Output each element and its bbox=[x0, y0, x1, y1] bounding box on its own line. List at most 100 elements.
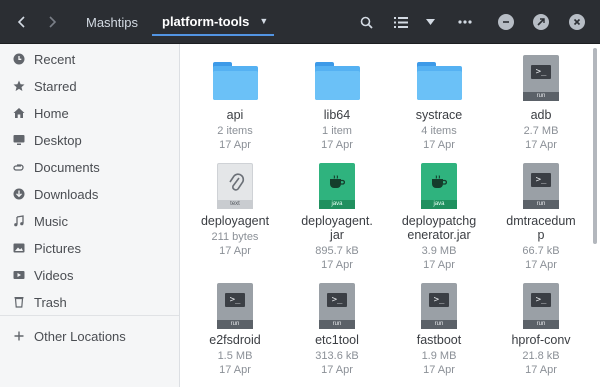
file-item[interactable]: >_ run etc1tool 313.6 kB 17 Apr bbox=[287, 276, 387, 386]
executable-icon: >_ run bbox=[491, 48, 591, 106]
music-icon bbox=[12, 214, 26, 228]
sidebar-item-downloads[interactable]: Downloads bbox=[0, 181, 179, 207]
caret-down-icon bbox=[425, 19, 435, 25]
maximize-icon bbox=[537, 18, 545, 26]
menu-button[interactable] bbox=[450, 8, 480, 36]
sidebar-item-label: Home bbox=[34, 105, 69, 121]
file-date: 17 Apr bbox=[219, 139, 251, 151]
file-meta: 3.9 MB bbox=[421, 245, 457, 257]
sidebar-item-music[interactable]: Music bbox=[0, 208, 179, 234]
java-file-icon: java bbox=[287, 156, 387, 214]
minimize-icon bbox=[503, 21, 509, 23]
file-item[interactable]: lib64 1 item 17 Apr bbox=[287, 48, 387, 153]
file-date: 17 Apr bbox=[423, 139, 455, 151]
file-name: deploypatchg enerator.jar bbox=[401, 214, 477, 242]
search-button[interactable] bbox=[352, 8, 380, 36]
file-meta: 2 items bbox=[217, 125, 253, 137]
file-item[interactable]: >_ run adb 2.7 MB 17 Apr bbox=[491, 48, 591, 153]
sidebar-item-starred[interactable]: Starred bbox=[0, 73, 179, 99]
sidebar-item-recent[interactable]: Recent bbox=[0, 46, 179, 72]
header-bar: Mashtips platform-tools ▼ bbox=[0, 0, 600, 44]
file-name: dmtracedum p bbox=[506, 214, 576, 242]
file-badge: run bbox=[523, 200, 559, 209]
folder-icon bbox=[185, 48, 285, 106]
sidebar-item-label: Videos bbox=[34, 267, 74, 283]
file-name: systrace bbox=[415, 108, 463, 122]
star-icon bbox=[12, 79, 26, 93]
file-name: adb bbox=[530, 108, 552, 122]
file-name: lib64 bbox=[323, 108, 351, 122]
executable-icon: >_ run bbox=[389, 276, 489, 334]
sidebar-item-pictures[interactable]: Pictures bbox=[0, 235, 179, 261]
file-name: deployagent. jar bbox=[301, 214, 373, 242]
view-toggle-button[interactable] bbox=[386, 8, 416, 36]
sidebar-item-label: Other Locations bbox=[34, 328, 126, 344]
text-file-icon: text bbox=[185, 156, 285, 214]
executable-icon: >_ run bbox=[491, 156, 591, 214]
search-icon bbox=[360, 16, 373, 29]
file-meta: 211 bytes bbox=[211, 231, 259, 243]
close-button[interactable] bbox=[569, 14, 585, 30]
minimize-button[interactable] bbox=[498, 14, 514, 30]
file-badge: run bbox=[523, 92, 559, 101]
file-item[interactable]: >_ run fastboot 1.9 MB 17 Apr bbox=[389, 276, 489, 386]
file-date: 17 Apr bbox=[525, 139, 557, 151]
sidebar-item-trash[interactable]: Trash bbox=[0, 289, 179, 315]
coffee-cup-icon bbox=[432, 175, 447, 188]
file-date: 17 Apr bbox=[423, 364, 455, 376]
scrollbar[interactable] bbox=[593, 48, 597, 244]
file-item[interactable]: java deployagent. jar 895.7 kB 17 Apr bbox=[287, 156, 387, 276]
coffee-cup-icon bbox=[330, 175, 345, 188]
file-item[interactable]: >_ run dmtracedum p 66.7 kB 17 Apr bbox=[491, 156, 591, 276]
file-date: 17 Apr bbox=[219, 245, 251, 257]
download-icon bbox=[12, 187, 26, 201]
file-meta: 66.7 kB bbox=[522, 245, 560, 257]
file-item[interactable]: java deploypatchg enerator.jar 3.9 MB 17… bbox=[389, 156, 489, 276]
file-item[interactable]: api 2 items 17 Apr bbox=[185, 48, 285, 153]
file-meta: 895.7 kB bbox=[315, 245, 359, 257]
file-date: 17 Apr bbox=[321, 139, 353, 151]
sidebar-item-other-locations[interactable]: Other Locations bbox=[0, 323, 179, 349]
breadcrumb-home[interactable]: Mashtips bbox=[78, 8, 146, 36]
back-button[interactable] bbox=[8, 8, 36, 36]
sidebar-divider bbox=[0, 315, 179, 316]
caret-down-icon: ▼ bbox=[259, 16, 269, 26]
file-meta: 1.9 MB bbox=[421, 350, 457, 362]
file-meta: 313.6 kB bbox=[315, 350, 359, 362]
plus-icon bbox=[12, 329, 26, 343]
file-item[interactable]: systrace 4 items 17 Apr bbox=[389, 48, 489, 153]
file-badge: run bbox=[319, 320, 355, 329]
file-date: 17 Apr bbox=[321, 364, 353, 376]
forward-button[interactable] bbox=[38, 8, 66, 36]
file-name: hprof-conv bbox=[511, 333, 571, 347]
chevron-right-icon bbox=[49, 16, 57, 28]
clock-icon bbox=[12, 52, 26, 66]
sidebar-item-home[interactable]: Home bbox=[0, 100, 179, 126]
file-item[interactable]: >_ run hprof-conv 21.8 kB 17 Apr bbox=[491, 276, 591, 386]
sidebar-item-documents[interactable]: Documents bbox=[0, 154, 179, 180]
sidebar-item-videos[interactable]: Videos bbox=[0, 262, 179, 288]
file-item[interactable]: >_ run e2fsdroid 1.5 MB 17 Apr bbox=[185, 276, 285, 386]
sidebar: Recent Starred Home Desktop Documents Do… bbox=[0, 44, 180, 387]
sidebar-item-label: Downloads bbox=[34, 186, 99, 202]
file-name: fastboot bbox=[416, 333, 462, 347]
file-meta: 1 item bbox=[322, 125, 352, 137]
file-badge: java bbox=[421, 200, 457, 209]
chevron-left-icon bbox=[17, 16, 25, 28]
trash-icon bbox=[12, 295, 26, 309]
file-meta: 1.5 MB bbox=[217, 350, 253, 362]
folder-icon bbox=[389, 48, 489, 106]
sidebar-item-label: Starred bbox=[34, 78, 77, 94]
file-badge: run bbox=[217, 320, 253, 329]
executable-icon: >_ run bbox=[185, 276, 285, 334]
executable-icon: >_ run bbox=[491, 276, 591, 334]
file-date: 17 Apr bbox=[219, 364, 251, 376]
home-icon bbox=[12, 106, 26, 120]
file-item[interactable]: text deployagent 211 bytes 17 Apr bbox=[185, 156, 285, 276]
file-name: etc1tool bbox=[315, 333, 359, 347]
maximize-button[interactable] bbox=[533, 14, 549, 30]
breadcrumb-current[interactable]: platform-tools ▼ bbox=[152, 8, 275, 36]
view-options-button[interactable] bbox=[418, 8, 442, 36]
sidebar-item-desktop[interactable]: Desktop bbox=[0, 127, 179, 153]
breadcrumb-current-label: platform-tools bbox=[162, 13, 250, 29]
